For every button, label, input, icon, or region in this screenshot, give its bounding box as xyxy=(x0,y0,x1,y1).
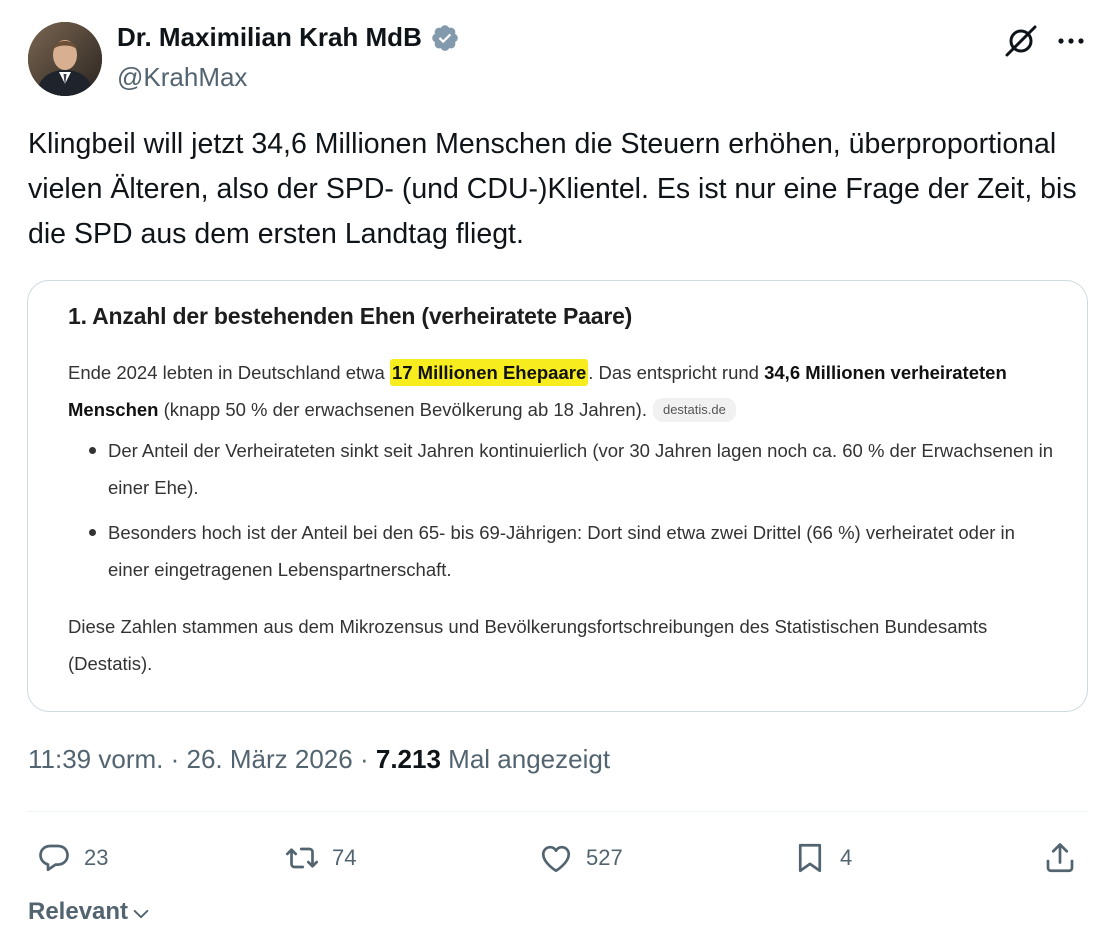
author-handle[interactable]: @KrahMax xyxy=(117,62,247,93)
attached-image[interactable]: 1. Anzahl der bestehenden Ehen (verheira… xyxy=(27,280,1088,712)
author-name[interactable]: Dr. Maximilian Krah MdB xyxy=(117,22,460,53)
like-button[interactable]: 527 xyxy=(538,838,623,878)
more-options-icon[interactable] xyxy=(1054,24,1088,58)
author-name-text[interactable]: Dr. Maximilian Krah MdB xyxy=(117,22,422,53)
bookmark-count: 4 xyxy=(840,845,853,870)
image-paragraph: Ende 2024 lebten in Deutschland etwa 17 … xyxy=(68,354,1058,428)
meta-separator: · xyxy=(170,744,180,774)
bullet-dot-icon xyxy=(89,447,96,454)
views-label: Mal angezeigt xyxy=(448,744,611,774)
heart-icon xyxy=(541,845,571,873)
image-heading: 1. Anzahl der bestehenden Ehen (verheira… xyxy=(68,303,633,329)
highlighted-text: 17 Millionen Ehepaare xyxy=(389,359,589,386)
tweet-detail: Dr. Maximilian Krah MdB @KrahMax Klingbe… xyxy=(0,0,1108,946)
divider xyxy=(28,811,1088,812)
bullet-list: Der Anteil der Verheirateten sinkt seit … xyxy=(68,432,1058,588)
repost-button[interactable]: 74 xyxy=(284,838,356,878)
para-text-3: (knapp 50 % der erwachsenen Bevölkerung … xyxy=(158,399,647,420)
views-count: 7.213 xyxy=(375,744,441,774)
grok-icon[interactable] xyxy=(1002,22,1040,60)
tweet-text: Klingbeil will jetzt 34,6 Millionen Mens… xyxy=(28,128,1077,250)
bullet-item: Besonders hoch ist der Anteil bei den 65… xyxy=(68,514,1058,588)
source-chip: destatis.de xyxy=(652,398,736,422)
para-text-2: . Das entspricht rund xyxy=(588,362,765,383)
chevron-down-icon xyxy=(133,909,149,919)
sort-dropdown[interactable]: Relevant xyxy=(28,898,152,926)
like-count: 527 xyxy=(586,845,623,870)
reply-count: 23 xyxy=(84,845,109,870)
tweet-meta: 11:39 vorm. · 26. März 2026 · 7.213 Mal … xyxy=(28,744,610,775)
meta-separator: · xyxy=(359,744,369,774)
bullet-dot-icon xyxy=(89,529,96,536)
reply-button[interactable]: 23 xyxy=(36,838,108,878)
reply-icon xyxy=(39,844,69,872)
bullet-item: Der Anteil der Verheirateten sinkt seit … xyxy=(68,432,1058,506)
image-footer: Diese Zahlen stammen aus dem Mikrozensus… xyxy=(68,616,988,674)
tweet-date[interactable]: 26. März 2026 xyxy=(187,744,353,774)
repost-icon xyxy=(285,847,319,869)
verified-badge-icon[interactable] xyxy=(430,23,460,53)
bullet-text: Besonders hoch ist der Anteil bei den 65… xyxy=(108,522,1015,580)
repost-count: 74 xyxy=(332,845,357,870)
tweet-time[interactable]: 11:39 vorm. xyxy=(28,744,163,774)
share-button[interactable] xyxy=(1042,838,1078,878)
image-content: 1. Anzahl der bestehenden Ehen (verheira… xyxy=(68,303,1058,682)
share-icon xyxy=(1046,843,1074,873)
bookmark-button[interactable]: 4 xyxy=(792,838,852,878)
bullet-text: Der Anteil der Verheirateten sinkt seit … xyxy=(108,440,1054,498)
para-text-1: Ende 2024 lebten in Deutschland etwa xyxy=(68,362,390,383)
bookmark-icon xyxy=(798,843,822,873)
avatar[interactable] xyxy=(28,22,102,96)
sort-label: Relevant xyxy=(28,898,129,925)
